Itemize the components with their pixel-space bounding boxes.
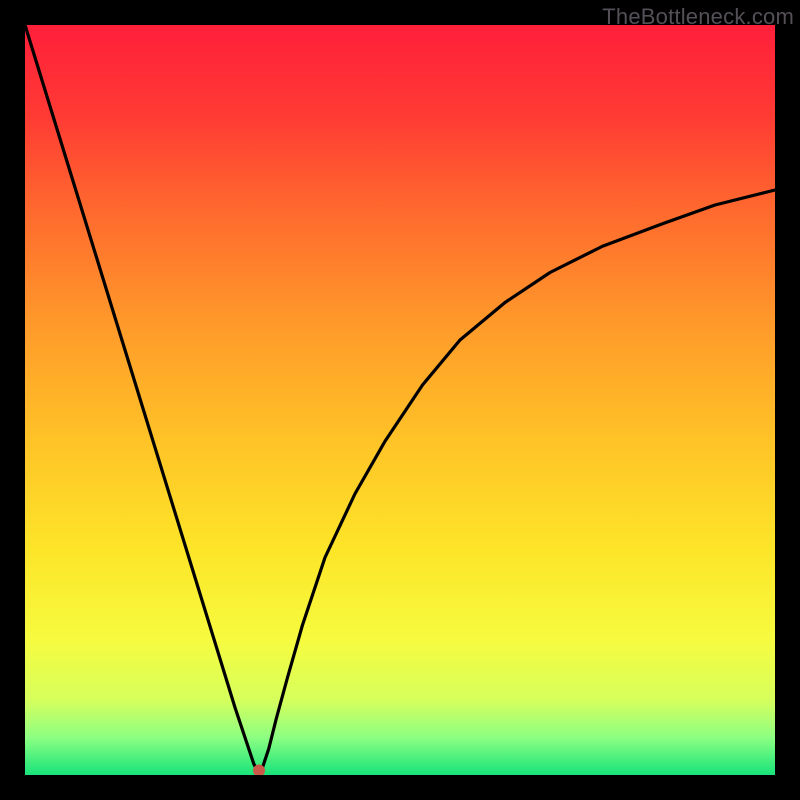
gradient-background	[25, 25, 775, 775]
chart-frame: TheBottleneck.com	[0, 0, 800, 800]
chart-svg	[25, 25, 775, 775]
watermark-text: TheBottleneck.com	[602, 4, 794, 30]
plot-area	[25, 25, 775, 775]
